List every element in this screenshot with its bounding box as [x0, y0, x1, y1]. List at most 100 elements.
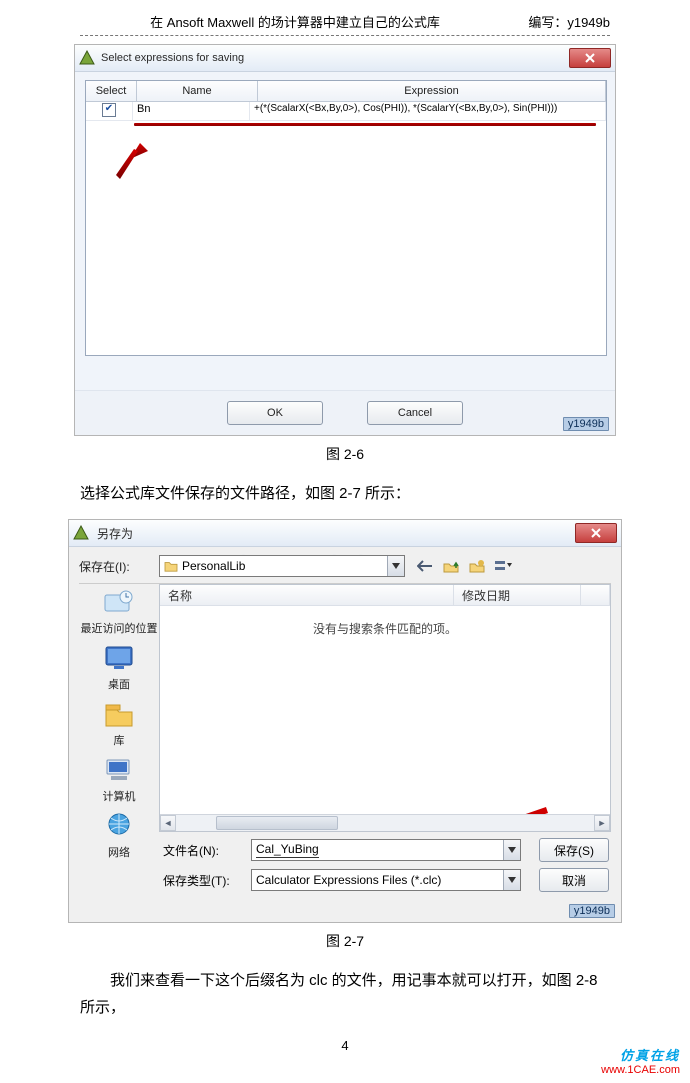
network-icon	[102, 811, 136, 841]
new-folder-button[interactable]	[467, 556, 487, 576]
dropdown-arrow[interactable]	[387, 556, 404, 576]
doc-title: 在 Ansoft Maxwell 的场计算器中建立自己的公式库	[80, 12, 510, 31]
back-button[interactable]	[415, 556, 435, 576]
figure-caption-27: 图 2-7	[0, 931, 690, 951]
place-desktop[interactable]: 桌面	[79, 642, 159, 692]
brand-name: 仿真在线	[601, 1048, 680, 1064]
save-button[interactable]: 保存(S)	[539, 838, 609, 862]
filetype-label: 保存类型(T):	[159, 872, 251, 889]
recent-icon	[102, 587, 136, 617]
col-date[interactable]: 修改日期	[454, 585, 581, 605]
toolbar	[415, 556, 513, 576]
place-label: 计算机	[79, 788, 159, 804]
scroll-right-button[interactable]: ►	[594, 815, 610, 831]
document-page: 在 Ansoft Maxwell 的场计算器中建立自己的公式库 编写：y1949…	[0, 0, 690, 1083]
place-label: 最近访问的位置	[79, 620, 159, 636]
checkbox-icon[interactable]: ✔	[102, 103, 116, 117]
new-folder-icon	[469, 559, 485, 573]
library-icon	[102, 699, 136, 729]
folder-up-icon	[443, 559, 459, 573]
expressions-grid: Select Name Expression ✔ Bn +(*(ScalarX(…	[85, 80, 607, 356]
filename-row: 文件名(N): Cal_YuBing 保存(S)	[79, 838, 611, 862]
dropdown-arrow[interactable]	[503, 840, 520, 860]
doc-author: 编写：y1949b	[510, 12, 610, 31]
close-button[interactable]	[569, 48, 611, 68]
save-in-label: 保存在(I):	[79, 558, 159, 575]
page-number: 4	[0, 1038, 690, 1053]
file-list[interactable]: 名称 修改日期 没有与搜索条件匹配的项。 ◄ ►	[159, 584, 611, 832]
paragraph-2: 我们来查看一下这个后缀名为 clc 的文件，用记事本就可以打开，如图 2-8 所…	[0, 967, 690, 1021]
chevron-down-icon	[392, 563, 400, 569]
dialog-body: 1CAE.COM 保存在(I): PersonalLib	[69, 547, 621, 922]
annotation-arrow	[110, 141, 150, 181]
horizontal-scrollbar[interactable]: ◄ ►	[160, 814, 610, 831]
grid-row[interactable]: ✔ Bn +(*(ScalarX(<Bx,By,0>), Cos(PHI)), …	[86, 102, 606, 121]
up-button[interactable]	[441, 556, 461, 576]
filename-input[interactable]: Cal_YuBing	[251, 839, 521, 861]
close-icon	[585, 53, 595, 63]
place-label: 网络	[79, 844, 159, 860]
dialog-title: Select expressions for saving	[101, 52, 569, 64]
dialog-content: Select Name Expression ✔ Bn +(*(ScalarX(…	[75, 72, 615, 390]
dialog-save-as: 另存为 1CAE.COM 保存在(I): PersonalLib	[68, 519, 622, 923]
place-label: 库	[79, 732, 159, 748]
watermark-label: y1949b	[569, 904, 615, 918]
page-header: 在 Ansoft Maxwell 的场计算器中建立自己的公式库 编写：y1949…	[0, 12, 690, 31]
place-computer[interactable]: 计算机	[79, 754, 159, 804]
close-button[interactable]	[575, 523, 617, 543]
place-label: 桌面	[79, 676, 159, 692]
desktop-icon	[102, 643, 136, 673]
view-icon	[494, 559, 512, 573]
scroll-track[interactable]	[176, 815, 594, 831]
chevron-down-icon	[508, 847, 516, 853]
dialog-select-expressions: Select expressions for saving Select Nam…	[74, 44, 616, 436]
back-icon	[417, 560, 433, 572]
col-name[interactable]: Name	[137, 81, 258, 101]
empty-message: 没有与搜索条件匹配的项。	[160, 620, 610, 637]
paragraph-1: 选择公式库文件保存的文件路径，如图 2-7 所示：	[0, 480, 690, 507]
dropdown-arrow[interactable]	[503, 870, 520, 890]
col-spacer	[581, 585, 610, 605]
annotation-underline	[134, 123, 596, 126]
row-checkbox-cell[interactable]: ✔	[86, 102, 133, 120]
place-library[interactable]: 库	[79, 698, 159, 748]
places-bar: 最近访问的位置 桌面 库 计算机	[79, 584, 159, 832]
folder-icon	[164, 560, 178, 572]
row-name: Bn	[133, 102, 250, 120]
header-separator	[80, 35, 610, 36]
col-expression[interactable]: Expression	[258, 81, 606, 101]
titlebar: Select expressions for saving	[75, 45, 615, 72]
filetype-value: Calculator Expressions Files (*.clc)	[256, 873, 441, 887]
file-pane: 最近访问的位置 桌面 库 计算机	[79, 583, 611, 832]
scroll-left-button[interactable]: ◄	[160, 815, 176, 831]
figure-caption-26: 图 2-6	[0, 444, 690, 464]
folder-combo[interactable]: PersonalLib	[159, 555, 405, 577]
close-icon	[591, 528, 601, 538]
folder-name: PersonalLib	[182, 559, 245, 573]
filename-value: Cal_YuBing	[256, 842, 319, 858]
grid-header: Select Name Expression	[86, 81, 606, 102]
row-expression: +(*(ScalarX(<Bx,By,0>), Cos(PHI)), *(Sca…	[250, 102, 606, 120]
chevron-down-icon	[508, 877, 516, 883]
place-network[interactable]: 网络	[79, 810, 159, 860]
filetype-combo[interactable]: Calculator Expressions Files (*.clc)	[251, 869, 521, 891]
save-in-row: 保存在(I): PersonalLib	[79, 555, 611, 577]
app-icon	[73, 525, 89, 541]
ok-button[interactable]: OK	[227, 401, 323, 425]
app-icon	[79, 50, 95, 66]
col-name[interactable]: 名称	[160, 585, 454, 605]
cancel-button[interactable]: 取消	[539, 868, 609, 892]
dialog-title: 另存为	[97, 525, 575, 542]
col-select[interactable]: Select	[86, 81, 137, 101]
list-header: 名称 修改日期	[160, 585, 610, 606]
watermark-label: y1949b	[563, 417, 609, 431]
brand-url: www.1CAE.com	[601, 1064, 680, 1077]
scroll-thumb[interactable]	[216, 816, 338, 830]
cancel-button[interactable]: Cancel	[367, 401, 463, 425]
button-row: OK Cancel	[75, 390, 615, 435]
titlebar: 另存为	[69, 520, 621, 547]
computer-icon	[102, 755, 136, 785]
place-recent[interactable]: 最近访问的位置	[79, 586, 159, 636]
view-menu-button[interactable]	[493, 556, 513, 576]
filetype-row: 保存类型(T): Calculator Expressions Files (*…	[79, 868, 611, 892]
